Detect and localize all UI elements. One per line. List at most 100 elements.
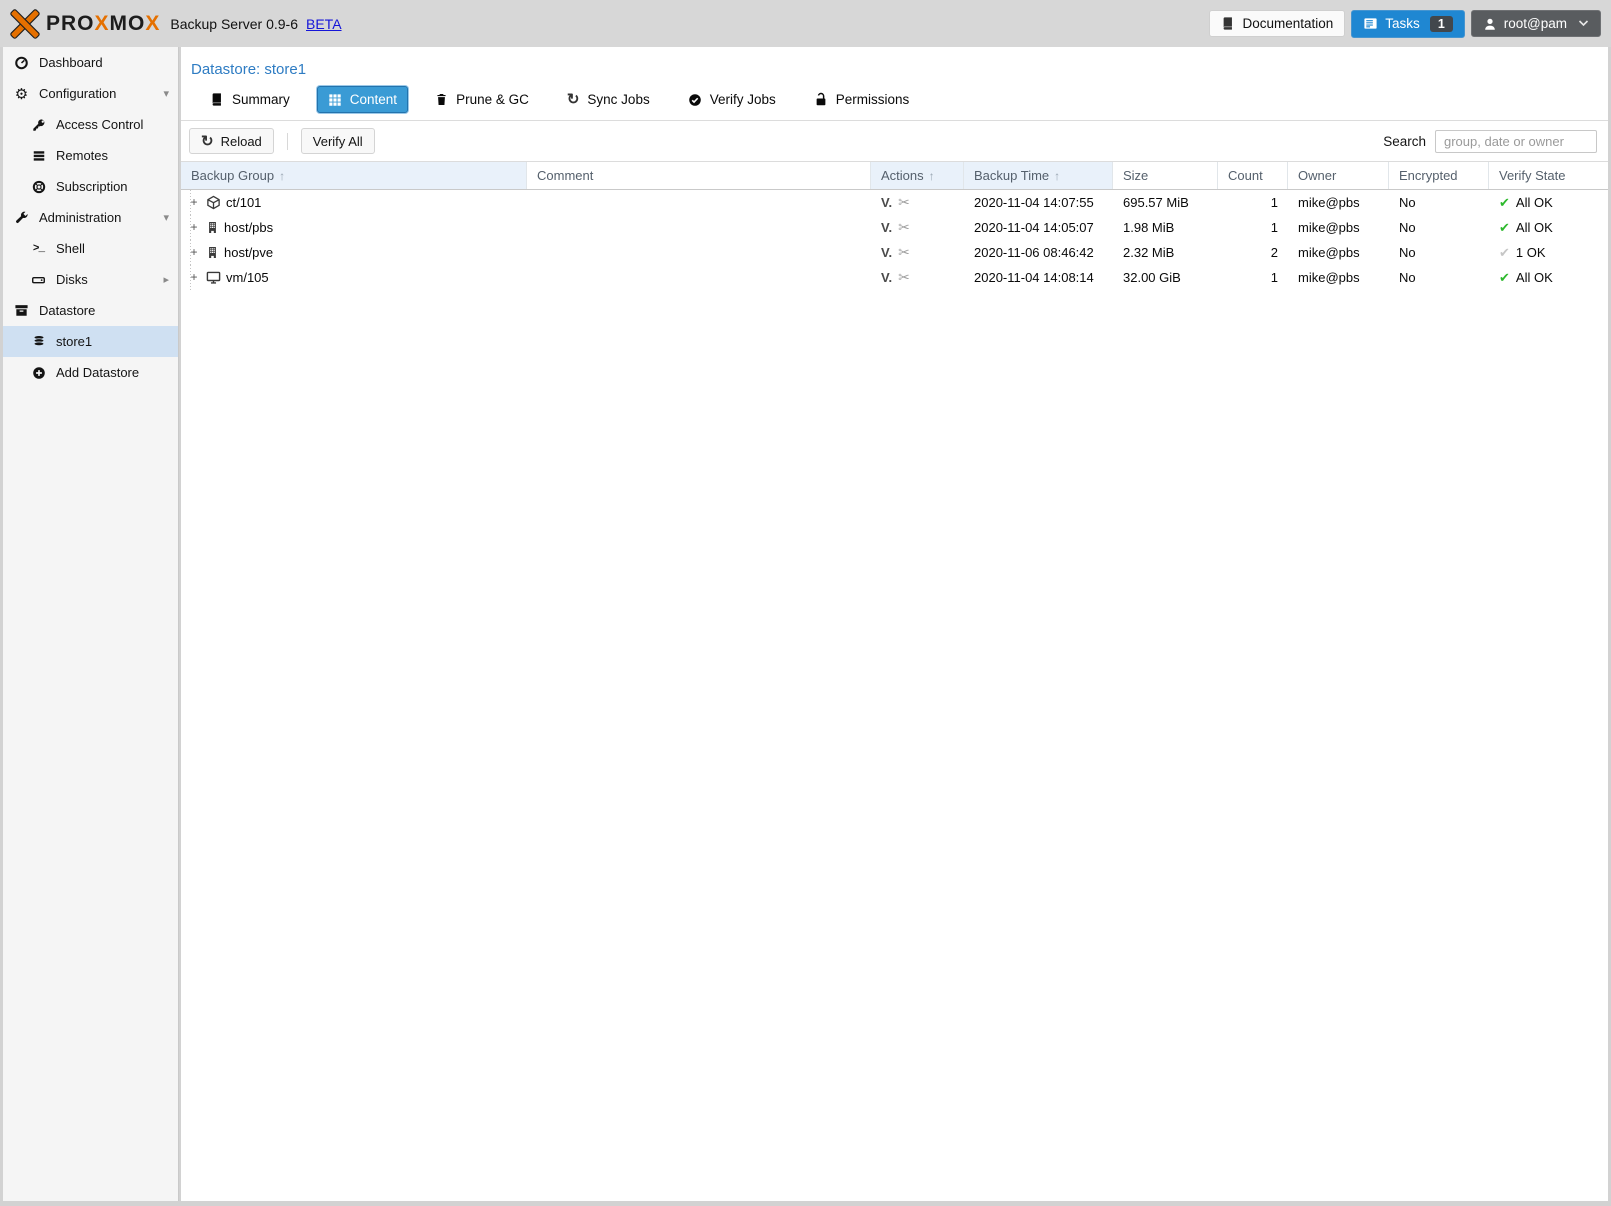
table-row[interactable]: + host/pve V. ✂ 2020-11-06 08:46:42 2.32… [181, 240, 1608, 265]
verify-action[interactable]: V. [881, 270, 892, 285]
user-menu-button[interactable]: root@pam [1471, 10, 1601, 37]
archive-icon [13, 303, 30, 318]
search-label: Search [1383, 134, 1426, 149]
refresh-icon: ↻ [201, 134, 214, 149]
life-ring-icon [30, 180, 47, 194]
column-header-verify-state[interactable]: Verify State [1489, 162, 1608, 189]
toolbar-separator [287, 133, 288, 150]
backup-group-label: host/pve [224, 245, 273, 260]
count-cell: 1 [1218, 265, 1288, 290]
sidebar-item-label: Disks [56, 272, 88, 287]
sidebar-item-label: Datastore [39, 303, 95, 318]
sidebar-item-remotes[interactable]: Remotes [3, 140, 178, 171]
sidebar-item-subscription[interactable]: Subscription [3, 171, 178, 202]
table-row[interactable]: + vm/105 V. ✂ 2020-11-04 14:08:14 32.00 … [181, 265, 1608, 290]
table-body: + ct/101 V. ✂ 2020-11-04 14:07:55 695.57… [181, 190, 1608, 1201]
prune-icon[interactable]: ✂ [898, 269, 910, 286]
column-header-comment[interactable]: Comment [527, 162, 871, 189]
sidebar-item-store1[interactable]: store1 [3, 326, 178, 357]
tasks-button[interactable]: Tasks 1 [1351, 10, 1464, 38]
sidebar-item-label: Shell [56, 241, 85, 256]
comment-cell [527, 265, 871, 290]
verify-all-button[interactable]: Verify All [301, 128, 375, 154]
prune-icon[interactable]: ✂ [898, 244, 910, 261]
sort-asc-icon: ↑ [279, 169, 285, 183]
search-input[interactable] [1435, 130, 1597, 153]
expand-row-icon[interactable]: + [187, 265, 201, 290]
tab-permissions[interactable]: Permissions [803, 86, 921, 113]
tab-label: Summary [232, 92, 290, 107]
count-cell: 1 [1218, 190, 1288, 215]
table-row[interactable]: + ct/101 V. ✂ 2020-11-04 14:07:55 695.57… [181, 190, 1608, 215]
sidebar-item-administration[interactable]: Administration ▾ [3, 202, 178, 233]
owner-cell: mike@pbs [1288, 190, 1389, 215]
verify-state-label: All OK [1516, 220, 1553, 235]
documentation-label: Documentation [1242, 16, 1333, 31]
reload-label: Reload [221, 134, 262, 149]
sidebar-item-label: Subscription [56, 179, 128, 194]
comment-cell [527, 215, 871, 240]
sidebar-item-dashboard[interactable]: Dashboard [3, 47, 178, 78]
remotes-icon [30, 149, 47, 163]
backup-time-cell: 2020-11-04 14:08:14 [964, 265, 1113, 290]
expand-right-arrow-icon[interactable]: ▸ [163, 273, 169, 286]
sidebar-item-label: Add Datastore [56, 365, 139, 380]
table-row[interactable]: + host/pbs V. ✂ 2020-11-04 14:05:07 1.98… [181, 215, 1608, 240]
column-header-count[interactable]: Count [1218, 162, 1288, 189]
size-cell: 695.57 MiB [1113, 190, 1218, 215]
tab-label: Permissions [836, 92, 910, 107]
expand-row-icon[interactable]: + [187, 240, 201, 265]
verify-action[interactable]: V. [881, 245, 892, 260]
tab-label: Sync Jobs [587, 92, 649, 107]
tab-verify-jobs[interactable]: Verify Jobs [677, 86, 787, 113]
reload-button[interactable]: ↻ Reload [189, 128, 274, 154]
sidebar-item-add-datastore[interactable]: Add Datastore [3, 357, 178, 388]
column-header-owner[interactable]: Owner [1288, 162, 1389, 189]
column-header-size[interactable]: Size [1113, 162, 1218, 189]
prune-icon[interactable]: ✂ [898, 194, 910, 211]
sidebar-item-access-control[interactable]: Access Control [3, 109, 178, 140]
tab-sync-jobs[interactable]: ↻ Sync Jobs [556, 86, 661, 113]
column-header-backup-time[interactable]: Backup Time ↑ [964, 162, 1113, 189]
check-circle-icon [688, 93, 702, 107]
verify-ok-check-icon: ✔ [1499, 270, 1510, 286]
beta-link[interactable]: BETA [306, 16, 342, 32]
sidebar-item-label: Configuration [39, 86, 116, 101]
gears-icon: ⚙ [13, 85, 30, 103]
verify-action[interactable]: V. [881, 220, 892, 235]
tasks-label: Tasks [1385, 16, 1420, 31]
verify-action[interactable]: V. [881, 195, 892, 210]
tab-summary[interactable]: Summary [199, 86, 301, 113]
expand-row-icon[interactable]: + [187, 190, 201, 215]
host-icon [206, 220, 219, 235]
encrypted-cell: No [1389, 215, 1489, 240]
verify-state-label: 1 OK [1516, 245, 1546, 260]
column-header-actions[interactable]: Actions ↑ [871, 162, 964, 189]
proxmox-x-icon [10, 9, 40, 39]
tab-prune-gc[interactable]: Prune & GC [424, 86, 540, 113]
size-cell: 2.32 MiB [1113, 240, 1218, 265]
sidebar-item-configuration[interactable]: ⚙ Configuration ▾ [3, 78, 178, 109]
tab-content[interactable]: Content [317, 86, 408, 113]
collapse-arrow-icon[interactable]: ▾ [163, 211, 169, 224]
owner-cell: mike@pbs [1288, 265, 1389, 290]
verify-all-label: Verify All [313, 134, 363, 149]
sidebar-item-disks[interactable]: Disks ▸ [3, 264, 178, 295]
sidebar-item-shell[interactable]: >_ Shell [3, 233, 178, 264]
column-header-encrypted[interactable]: Encrypted [1389, 162, 1489, 189]
sidebar-item-label: store1 [56, 334, 92, 349]
sidebar-item-label: Access Control [56, 117, 143, 132]
chevron-down-icon [1578, 20, 1589, 27]
expand-row-icon[interactable]: + [187, 215, 201, 240]
sidebar-item-datastore[interactable]: Datastore [3, 295, 178, 326]
topbar: PROXMOX Backup Server 0.9-6 BETA Documen… [0, 0, 1611, 47]
size-cell: 32.00 GiB [1113, 265, 1218, 290]
tab-bar: Summary Content Prune & GC ↻ Sync Jobs V… [181, 82, 1608, 121]
comment-cell [527, 190, 871, 215]
collapse-arrow-icon[interactable]: ▾ [163, 87, 169, 100]
documentation-button[interactable]: Documentation [1209, 10, 1345, 37]
backup-group-label: vm/105 [226, 270, 269, 285]
count-cell: 1 [1218, 215, 1288, 240]
prune-icon[interactable]: ✂ [898, 219, 910, 236]
column-header-backup-group[interactable]: Backup Group ↑ [181, 162, 527, 189]
